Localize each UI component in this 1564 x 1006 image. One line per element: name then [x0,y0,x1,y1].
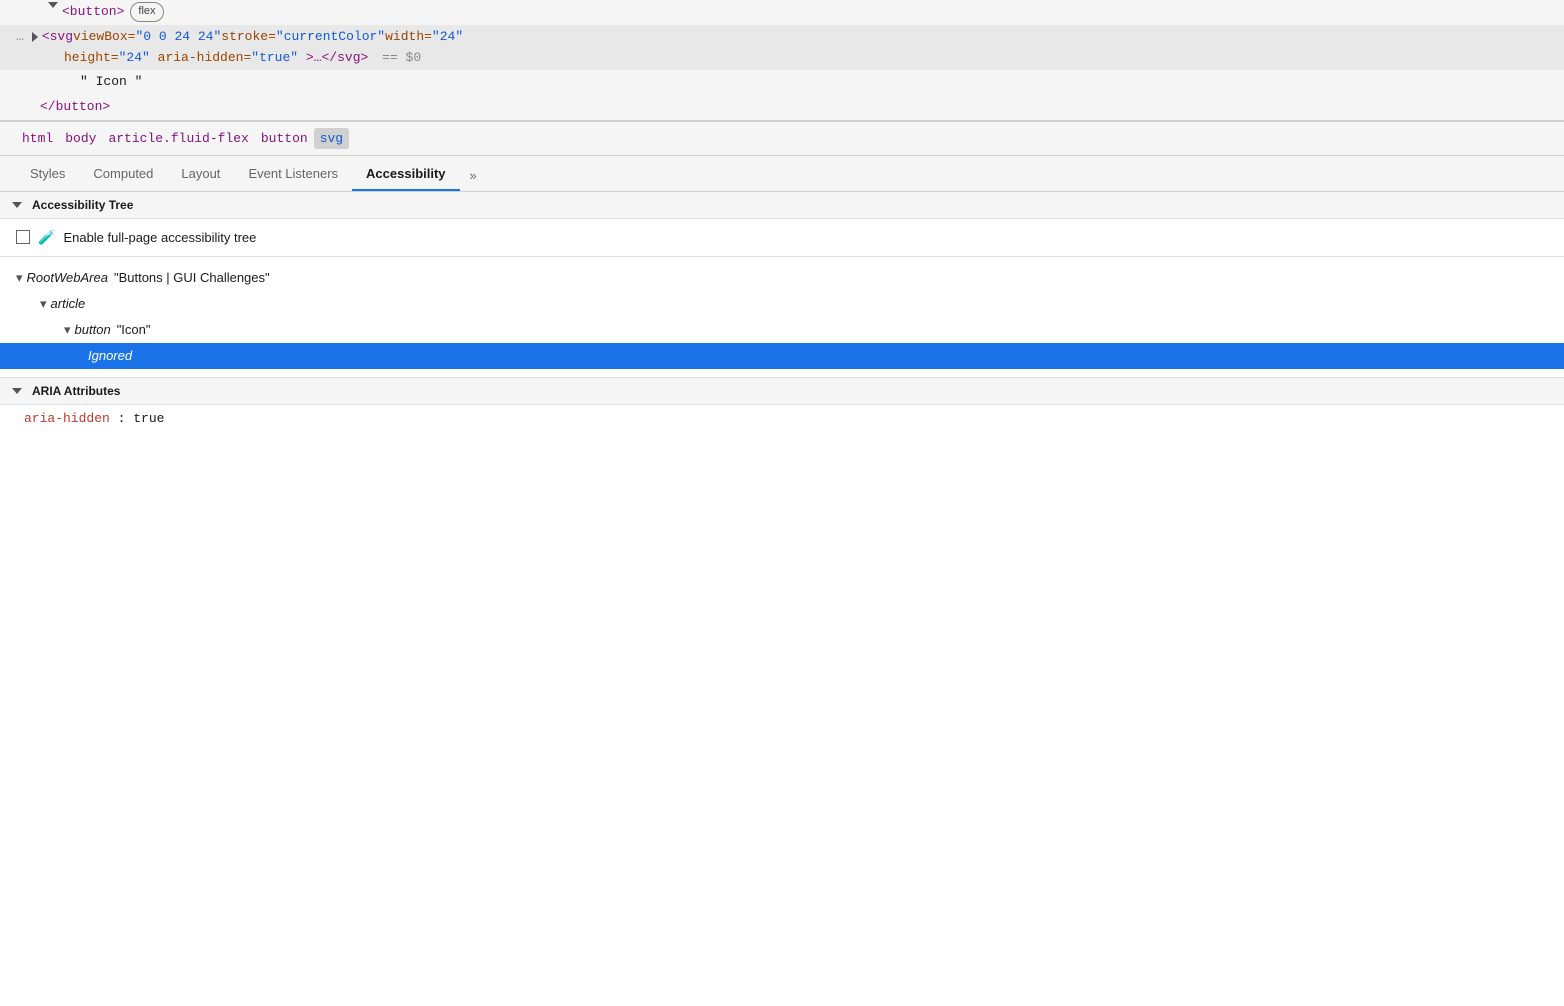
tree-line-button-open[interactable]: <button> flex [0,0,1564,25]
triangle-right-icon [32,32,38,42]
tab-layout[interactable]: Layout [167,158,234,191]
tab-more[interactable]: » [460,160,487,191]
viewbox-value: "0 0 24 24" [135,27,221,48]
html-tree-section: <button> flex … <svg viewBox="0 0 24 24"… [0,0,1564,121]
aria-hidden-attr: aria-hidden= [158,50,252,65]
aria-hidden-attr-value: true [133,411,164,426]
breadcrumb-svg[interactable]: svg [314,128,349,149]
breadcrumb-html[interactable]: html [16,128,59,149]
node-type-button: button [75,319,111,341]
node-type-ignored: Ignored [88,345,132,367]
aria-section: ARIA Attributes aria-hidden : true [0,377,1564,434]
aria-hidden-value: "true" [251,50,298,65]
node-name-root: "Buttons | GUI Challenges" [114,267,270,289]
a11y-node-article[interactable]: ▾ article [0,291,1564,317]
stroke-value: "currentColor" [276,27,385,48]
section-triangle-down [12,202,22,208]
accessibility-tree-header[interactable]: Accessibility Tree [0,192,1564,219]
icon-text-node: " Icon " [80,72,142,93]
breadcrumb-bar: html body article.fluid-flex button svg [0,121,1564,156]
stroke-attr: stroke= [221,27,276,48]
width-attr: width= [385,27,432,48]
a11y-node-ignored[interactable]: Ignored [0,343,1564,369]
devtools-panel: <button> flex … <svg viewBox="0 0 24 24"… [0,0,1564,1006]
enable-checkbox[interactable] [16,230,30,244]
main-content: Accessibility Tree 🧪 Enable full-page ac… [0,192,1564,1006]
tree-line-button-close[interactable]: </button> [0,95,1564,120]
height-attr: height= [64,50,119,65]
aria-hidden-colon: : [118,411,134,426]
dots-icon: … [16,27,24,48]
width-value: "24" [432,27,463,48]
tab-computed[interactable]: Computed [79,158,167,191]
aria-hidden-row: aria-hidden : true [0,405,1564,434]
tag-button-close: </button> [40,97,110,118]
svg-tag: <svg [42,27,73,48]
svg-close-inline: >…</svg> [306,50,368,65]
a11y-tree: ▾ RootWebArea "Buttons | GUI Challenges"… [0,257,1564,377]
aria-attributes-title: ARIA Attributes [32,384,120,398]
flex-badge: flex [130,2,163,22]
breadcrumb-button[interactable]: button [255,128,314,149]
tab-styles[interactable]: Styles [16,158,79,191]
accessibility-tree-title: Accessibility Tree [32,198,133,212]
aria-attributes-header[interactable]: ARIA Attributes [0,378,1564,405]
tree-line-svg[interactable]: … <svg viewBox="0 0 24 24" stroke="curre… [0,25,1564,71]
a11y-node-button[interactable]: ▾ button "Icon" [0,317,1564,343]
triangle-down-icon [48,2,58,8]
aria-hidden-attr-name: aria-hidden [24,411,110,426]
height-value: "24" [119,50,150,65]
chevron-root: ▾ [16,267,23,289]
chevron-button: ▾ [64,319,71,341]
aria-section-triangle [12,388,22,394]
tag-button-open: <button> [62,2,124,23]
flask-icon: 🧪 [38,229,55,246]
node-type-root: RootWebArea [27,267,108,289]
breadcrumb-body[interactable]: body [59,128,102,149]
tree-line-text[interactable]: " Icon " [0,70,1564,95]
tabs-bar: Styles Computed Layout Event Listeners A… [0,156,1564,192]
breadcrumb-article[interactable]: article.fluid-flex [102,128,254,149]
chevron-article: ▾ [40,293,47,315]
node-name-button: "Icon" [117,319,151,341]
viewbox-attr: viewBox= [73,27,135,48]
dollar-zero: == $0 [382,50,421,65]
enable-label: Enable full-page accessibility tree [63,230,256,245]
tab-event-listeners[interactable]: Event Listeners [234,158,352,191]
tab-accessibility[interactable]: Accessibility [352,158,460,191]
enable-full-page-row[interactable]: 🧪 Enable full-page accessibility tree [0,219,1564,257]
a11y-node-root-web-area[interactable]: ▾ RootWebArea "Buttons | GUI Challenges" [0,265,1564,291]
node-type-article: article [51,293,86,315]
